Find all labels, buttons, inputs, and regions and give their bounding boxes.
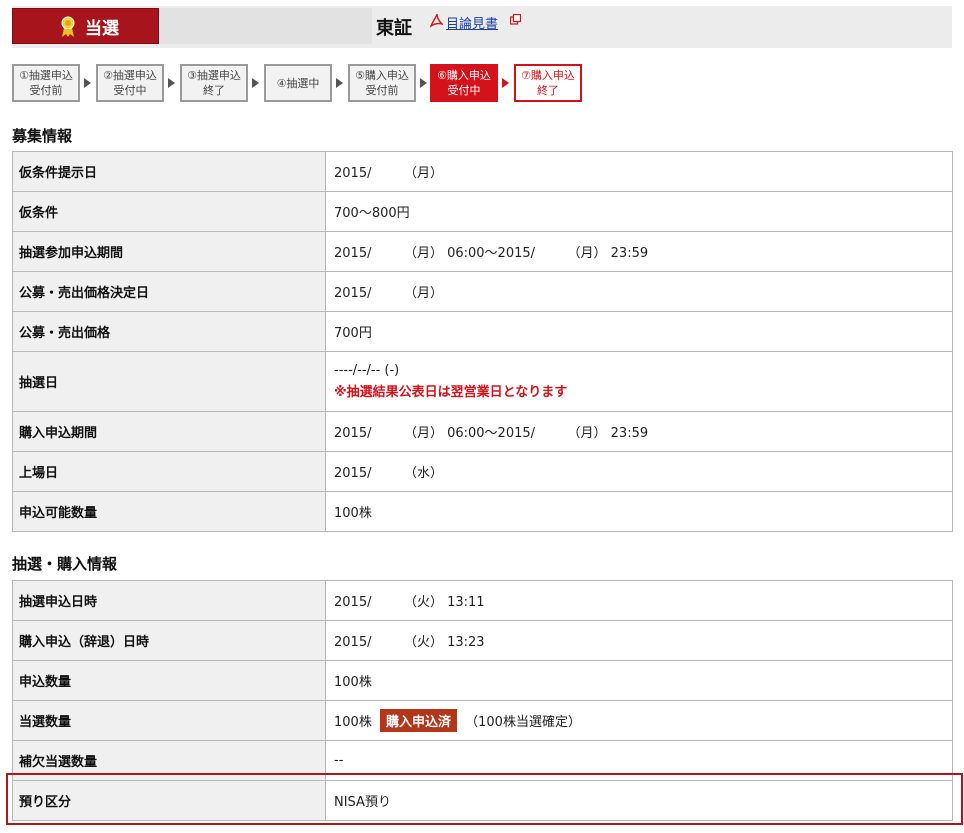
row-value: 2015/ （水） bbox=[325, 451, 953, 492]
won-quantity: 100株 bbox=[334, 715, 372, 730]
prospectus-link[interactable]: 目論見書 bbox=[446, 13, 498, 32]
step-2: ②抽選申込 受付中 bbox=[96, 64, 164, 102]
row-key: 抽選参加申込期間 bbox=[12, 231, 326, 272]
header-name-area bbox=[160, 8, 372, 44]
purchase-status-badge: 購入申込済 bbox=[379, 709, 457, 732]
lottery-date: ----/--/-- (-) bbox=[334, 363, 400, 378]
step-arrow bbox=[336, 78, 343, 88]
row-key: 申込可能数量 bbox=[12, 491, 326, 532]
status-badge: 当選 bbox=[12, 8, 159, 44]
won-confirmed-note: （100株当選確定） bbox=[465, 715, 581, 730]
step-arrow bbox=[420, 78, 427, 88]
lottery-note: ※抽選結果公表日は翌営業日となります bbox=[334, 385, 568, 400]
table-row: 抽選日 ----/--/-- (-) ※抽選結果公表日は翌営業日となります bbox=[12, 351, 953, 412]
step-arrow bbox=[502, 78, 509, 88]
row-key: 当選数量 bbox=[12, 700, 326, 741]
table-row: 公募・売出価格 700円 bbox=[12, 311, 953, 352]
row-key: 公募・売出価格決定日 bbox=[12, 271, 326, 312]
row-value: 100株 bbox=[325, 491, 953, 532]
row-value: 700～800円 bbox=[325, 191, 953, 232]
row-value: 2015/ （月） bbox=[325, 151, 953, 192]
table-row: 購入申込（辞退）日時 2015/ （火） 13:23 bbox=[12, 620, 953, 661]
row-value: 700円 bbox=[325, 311, 953, 352]
table-row: 購入申込期間 2015/ （月） 06:00～2015/ （月） 23:59 bbox=[12, 411, 953, 452]
step-6-current: ⑥購入申込 受付中 bbox=[430, 64, 498, 102]
row-key: 公募・売出価格 bbox=[12, 311, 326, 352]
step-3: ③抽選申込 終了 bbox=[180, 64, 248, 102]
row-key: 抽選申込日時 bbox=[12, 580, 326, 621]
step-arrow bbox=[252, 78, 259, 88]
table-row: 抽選申込日時 2015/ （火） 13:11 bbox=[12, 580, 953, 621]
table-row: 申込可能数量 100株 bbox=[12, 491, 953, 532]
recruit-section-title: 募集情報 bbox=[12, 127, 73, 145]
medal-icon bbox=[61, 16, 75, 37]
step-4: ④抽選中 bbox=[264, 64, 332, 102]
row-value: 2015/ （月） 06:00～2015/ （月） 23:59 bbox=[325, 231, 953, 272]
row-value: 2015/ （月） bbox=[325, 271, 953, 312]
row-value: 100株 bbox=[325, 660, 953, 701]
row-value: 100株 購入申込済 （100株当選確定） bbox=[325, 700, 953, 741]
row-key: 申込数量 bbox=[12, 660, 326, 701]
row-value: 2015/ （火） 13:23 bbox=[325, 620, 953, 661]
row-key: 仮条件提示日 bbox=[12, 151, 326, 192]
step-arrow bbox=[84, 78, 91, 88]
row-value: ----/--/-- (-) ※抽選結果公表日は翌営業日となります bbox=[325, 351, 953, 412]
row-key: 仮条件 bbox=[12, 191, 326, 232]
table-row: 上場日 2015/ （水） bbox=[12, 451, 953, 492]
row-value: 2015/ （月） 06:00～2015/ （月） 23:59 bbox=[325, 411, 953, 452]
external-link-icon bbox=[510, 14, 521, 25]
account-type-highlight bbox=[6, 773, 963, 825]
table-row: 抽選参加申込期間 2015/ （月） 06:00～2015/ （月） 23:59 bbox=[12, 231, 953, 272]
row-key: 上場日 bbox=[12, 451, 326, 492]
status-badge-label: 当選 bbox=[85, 18, 119, 39]
table-row: 仮条件提示日 2015/ （月） bbox=[12, 151, 953, 192]
table-row: 当選数量 100株 購入申込済 （100株当選確定） bbox=[12, 700, 953, 741]
table-row: 仮条件 700～800円 bbox=[12, 191, 953, 232]
market-label: 東証 bbox=[376, 18, 412, 39]
step-5: ⑤購入申込 受付前 bbox=[348, 64, 416, 102]
lottery-section-title: 抽選・購入情報 bbox=[12, 555, 118, 573]
row-key: 購入申込（辞退）日時 bbox=[12, 620, 326, 661]
row-key: 抽選日 bbox=[12, 351, 326, 412]
row-key: 購入申込期間 bbox=[12, 411, 326, 452]
step-1: ①抽選申込 受付前 bbox=[12, 64, 80, 102]
row-value: 2015/ （火） 13:11 bbox=[325, 580, 953, 621]
recruit-table: 仮条件提示日 2015/ （月） 仮条件 700～800円 抽選参加申込期間 2… bbox=[12, 151, 953, 532]
table-row: 公募・売出価格決定日 2015/ （月） bbox=[12, 271, 953, 312]
table-row: 申込数量 100株 bbox=[12, 660, 953, 701]
step-7: ⑦購入申込 終了 bbox=[514, 64, 582, 102]
step-arrow bbox=[168, 78, 175, 88]
pdf-icon bbox=[430, 13, 443, 28]
